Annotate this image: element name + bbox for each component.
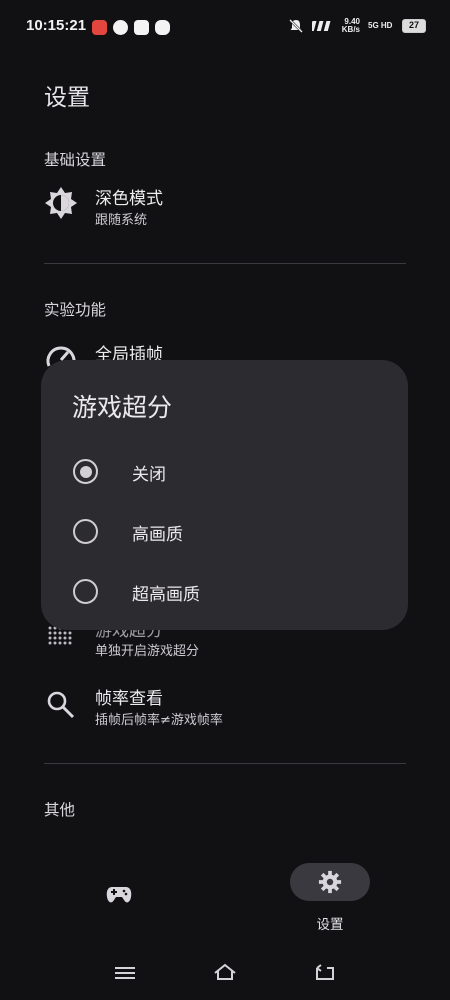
nav-label-settings[interactable]: 设置 [290, 913, 370, 933]
game-sr-dialog: 游戏超分 关闭 高画质 超高画质 [41, 360, 408, 630]
back-icon[interactable] [315, 964, 335, 982]
option-off[interactable]: 关闭 [61, 448, 391, 496]
radio-checked[interactable] [73, 459, 98, 484]
gear-icon [318, 870, 342, 894]
menu-icon[interactable] [115, 965, 135, 981]
system-nav-bar [0, 955, 450, 995]
dialog-title: 游戏超分 [72, 393, 173, 422]
option-ultra[interactable]: 超高画质 [61, 568, 391, 616]
radio-unchecked[interactable] [73, 519, 98, 544]
option-label: 超高画质 [132, 585, 200, 605]
home-icon[interactable] [213, 963, 237, 981]
radio-unchecked[interactable] [73, 579, 98, 604]
gamepad-icon[interactable] [106, 885, 132, 905]
option-high[interactable]: 高画质 [61, 508, 391, 556]
option-label: 高画质 [132, 525, 183, 545]
bottom-nav: 设置 [0, 845, 450, 945]
option-label: 关闭 [132, 465, 166, 485]
nav-item-settings[interactable] [290, 863, 370, 901]
